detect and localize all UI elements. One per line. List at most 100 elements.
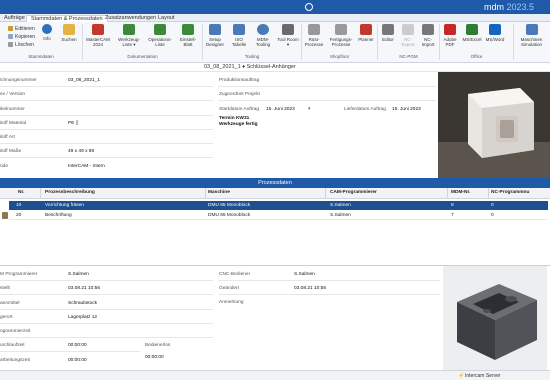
cell-mdm-nr: 8 — [451, 203, 454, 208]
col-header-nr[interactable]: Nr. — [18, 190, 24, 196]
tab-stammdaten[interactable]: Stammdaten & Prozessdaten — [26, 15, 108, 22]
iso-table-button[interactable]: ISO Tabelle — [228, 23, 250, 53]
process-details: M Programmierer S.Salmen stellt 03.08.21… — [0, 266, 443, 370]
tool-list-button[interactable]: Werkzeug-Liste ▾ — [114, 23, 144, 53]
startdatum-label: Startdatum Auftrag — [219, 107, 259, 112]
bearbeitungszeit-value[interactable]: 00:00:00 — [68, 358, 87, 364]
tool-room-button[interactable]: Tool Room ▾ — [276, 23, 300, 53]
material-value[interactable]: PE ▯ — [68, 121, 78, 127]
cell-cam: S.Salmen — [330, 203, 351, 208]
ms-word-button[interactable]: MS/Word — [484, 23, 506, 53]
divider — [218, 280, 440, 281]
material-label: itoff Material — [0, 121, 27, 126]
operation-list-icon — [154, 24, 166, 35]
process-section-header: Prozessdaten — [0, 178, 550, 188]
index-label: ex / Version — [0, 92, 26, 97]
produktionsauftrag-label: Produktionsauftrag — [219, 78, 260, 83]
geaendert-label: Geändert — [219, 286, 240, 291]
durchlaufzeit-label: urchlaufzeit — [0, 343, 25, 348]
machine-simulation-icon — [525, 24, 538, 35]
nc-export-button[interactable]: NC-Export — [398, 23, 418, 53]
editor-icon — [382, 24, 394, 35]
col-separator — [447, 188, 448, 199]
lieferdatum-value[interactable]: 15. Juni 2023 — [392, 107, 421, 113]
setup-designer-button[interactable]: Setup Designer — [203, 23, 227, 53]
rohteil-art-label: itoff Art — [0, 135, 15, 140]
group-label-stammdaten: Stammdaten — [28, 54, 54, 59]
zeichnungsnummer-value[interactable]: 03_08_2021_1 — [68, 78, 100, 84]
divider — [0, 157, 213, 158]
masse-value[interactable]: 49 x 49 x 88 — [68, 149, 94, 155]
divider — [0, 280, 213, 281]
server-status: Intercam Server — [465, 373, 501, 379]
anmerkung-label: Anmerkung — [219, 300, 244, 305]
gear-icon — [257, 24, 269, 35]
divider — [0, 309, 213, 310]
divider — [218, 86, 436, 87]
tab-zusatzanwendungen[interactable]: Zusatzanwendungen — [105, 15, 156, 22]
cam-programmierer-value[interactable]: S.Salmen — [68, 272, 89, 278]
col-header-cam[interactable]: CAM-Programmierer — [330, 190, 377, 196]
spannmittel-value[interactable]: Schraubstock — [68, 301, 97, 307]
col-header-nc-programm[interactable]: NC-Programmnu — [491, 190, 529, 196]
startdatum-dropdown-icon[interactable]: ▾ — [308, 107, 310, 113]
info-button[interactable]: Info — [37, 23, 57, 53]
mdm-tooling-button[interactable]: MDM-Tooling — [251, 23, 275, 53]
ruest-prozesse-button[interactable]: Rüst-Prozesse — [302, 23, 326, 53]
part-photo — [438, 72, 550, 178]
table-row[interactable]: 10 Vorrichtung fräsen DMU 65 Monoblock S… — [9, 201, 548, 210]
delete-button[interactable]: Löschen — [8, 42, 34, 48]
word-icon — [489, 24, 501, 35]
bedienerlos-value[interactable]: 00:00:00 — [145, 355, 164, 361]
divider — [0, 86, 213, 87]
col-header-mdm-nr[interactable]: MDM-Nr. — [451, 190, 470, 196]
setup-sheet-button[interactable]: Einstell-Blatt — [176, 23, 200, 53]
durchlaufzeit-value[interactable]: 00:00:00 — [68, 343, 87, 349]
machine-simulation-button[interactable]: Maschinen Simulation — [514, 23, 549, 53]
spannmittel-label: annmittel — [0, 301, 20, 306]
lagerort-value[interactable]: Lagerplatz 12 — [68, 315, 97, 321]
col-separator — [40, 188, 41, 199]
part-photo-image — [438, 72, 550, 178]
table-row[interactable]: 20 Beschriftung DMU 65 Monoblock S.Salme… — [9, 211, 548, 220]
cell-maschine: DMU 65 Monoblock — [208, 203, 251, 208]
row-edit-icon[interactable] — [2, 212, 8, 219]
server-icon: ⚡ — [458, 373, 465, 379]
master-data-form: ichnungsnummer 03_08_2021_1 ex / Version… — [0, 72, 438, 178]
copy-button[interactable]: Kopieren — [8, 34, 35, 40]
col-header-maschine[interactable]: Maschine — [208, 190, 230, 196]
status-bar: ⚡ Intercam Server — [0, 370, 550, 380]
lieferdatum-label: Lieferdatum Auftrag — [344, 107, 386, 112]
group-label-dokumentation: Dokumentation — [127, 54, 158, 59]
breadcrumb-text: 03_08_2021_1 ♦ Schlüssel-Anhänger — [204, 64, 296, 70]
erstellt-label: stellt — [0, 286, 10, 291]
cell-nc-programm: 0 — [491, 213, 494, 218]
kunde-value[interactable]: InterCAM - Intern — [68, 164, 105, 170]
bedienerlos-label: Bedienerlos — [145, 343, 171, 348]
tab-auftraege[interactable]: Aufträge — [4, 15, 25, 22]
cnc-bediener-value[interactable]: S.Salmen — [294, 272, 315, 278]
mastercam-button[interactable]: MasterCAM 2024 — [83, 23, 113, 53]
planner-button[interactable]: Planner — [356, 23, 376, 53]
title-bar: mdm 2023.5 — [0, 0, 550, 14]
edit-button[interactable]: Editieren — [8, 26, 35, 32]
masse-label: itoff Maße — [0, 149, 22, 154]
nc-import-button[interactable]: NC-Import — [418, 23, 438, 53]
ribbon-tabs: Aufträge Stammdaten & Prozessdaten Zusat… — [0, 14, 550, 22]
zeichnungsnummer-label: ichnungsnummer — [0, 78, 37, 83]
fertigungs-prozesse-button[interactable]: Fertigungs-Prozesse — [327, 23, 355, 53]
ribbon: Editieren Kopieren Löschen Info Suchen M… — [0, 22, 550, 63]
divider — [0, 143, 213, 144]
ms-excel-button[interactable]: MS/Excel — [461, 23, 483, 53]
cell-cam: S.Salmen — [330, 213, 351, 218]
editor-button[interactable]: Editor — [378, 23, 398, 53]
delete-icon — [8, 42, 13, 47]
col-header-beschreibung[interactable]: Prozessbeschreibung — [45, 190, 95, 196]
search-button[interactable]: Suchen — [58, 23, 80, 53]
pencil-icon — [8, 26, 13, 31]
adobe-pdf-button[interactable]: Adobe PDF — [440, 23, 460, 53]
divider — [0, 351, 140, 352]
startdatum-value[interactable]: 15. Juni 2023 — [266, 107, 295, 113]
operation-list-button[interactable]: Operations-Liste — [145, 23, 175, 53]
tab-layout[interactable]: Layout — [158, 15, 175, 22]
